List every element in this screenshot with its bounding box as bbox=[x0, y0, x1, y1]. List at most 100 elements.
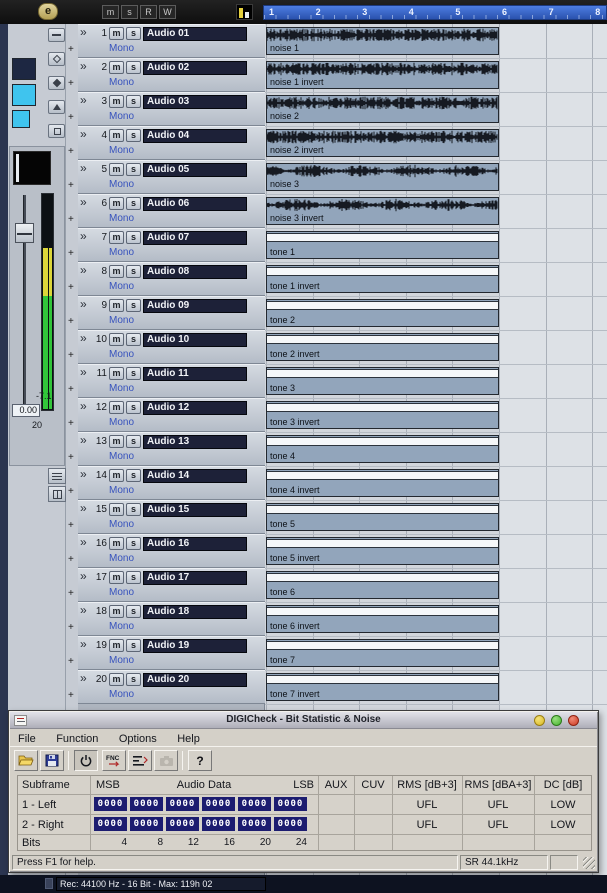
track-expand-button[interactable]: + bbox=[68, 317, 74, 327]
level-display-button[interactable] bbox=[128, 750, 152, 771]
solo-button[interactable]: s bbox=[126, 27, 141, 40]
mute-button[interactable]: m bbox=[109, 197, 124, 210]
track-name[interactable]: Audio 13 bbox=[143, 435, 247, 449]
audio-event[interactable]: tone 6 invert bbox=[266, 605, 499, 633]
inspector-eq-tab-icon[interactable] bbox=[48, 100, 65, 114]
inspector-fader-tab-icon[interactable] bbox=[48, 28, 65, 42]
solo-button[interactable]: s bbox=[126, 265, 141, 278]
solo-button[interactable]: s bbox=[126, 673, 141, 686]
track-name[interactable]: Audio 04 bbox=[143, 129, 247, 143]
track-row[interactable]: » 10 m s Audio 10 Mono bbox=[78, 330, 265, 364]
track-name[interactable]: Audio 14 bbox=[143, 469, 247, 483]
edit-channel-button[interactable]: e bbox=[38, 3, 58, 20]
mute-button[interactable]: m bbox=[109, 401, 124, 414]
global-write-button[interactable]: W bbox=[159, 5, 176, 19]
track-row[interactable]: » 13 m s Audio 13 Mono bbox=[78, 432, 265, 466]
track-row[interactable]: » 5 m s Audio 05 Mono bbox=[78, 160, 265, 194]
solo-button[interactable]: s bbox=[126, 129, 141, 142]
track-expand-button[interactable]: + bbox=[68, 589, 74, 599]
mute-button[interactable]: m bbox=[109, 333, 124, 346]
timeline-ruler[interactable]: 1 2 3 4 5 6 7 8 bbox=[263, 5, 607, 20]
mute-button[interactable]: m bbox=[109, 367, 124, 380]
solo-button[interactable]: s bbox=[126, 503, 141, 516]
mute-button[interactable]: m bbox=[109, 673, 124, 686]
help-button[interactable]: ? bbox=[188, 750, 212, 771]
track-expand-button[interactable]: + bbox=[68, 623, 74, 633]
track-expand-button[interactable]: + bbox=[68, 249, 74, 259]
audio-event[interactable]: tone 2 invert bbox=[266, 333, 499, 361]
track-row[interactable]: » 9 m s Audio 09 Mono bbox=[78, 296, 265, 330]
track-expand-button[interactable]: + bbox=[68, 691, 74, 701]
solo-button[interactable]: s bbox=[126, 639, 141, 652]
audio-event[interactable]: noise 3 bbox=[266, 163, 499, 191]
fader-value-readout[interactable]: 0.00 bbox=[12, 404, 40, 417]
mute-button[interactable]: m bbox=[109, 571, 124, 584]
solo-button[interactable]: s bbox=[126, 333, 141, 346]
mute-button[interactable]: m bbox=[109, 61, 124, 74]
track-expand-button[interactable]: + bbox=[68, 487, 74, 497]
track-name[interactable]: Audio 03 bbox=[143, 95, 247, 109]
track-name[interactable]: Audio 19 bbox=[143, 639, 247, 653]
mute-button[interactable]: m bbox=[109, 605, 124, 618]
track-name[interactable]: Audio 11 bbox=[143, 367, 247, 381]
track-expand-button[interactable]: + bbox=[68, 657, 74, 667]
track-row[interactable]: » 17 m s Audio 17 Mono bbox=[78, 568, 265, 602]
track-name[interactable]: Audio 16 bbox=[143, 537, 247, 551]
menu-file[interactable]: File bbox=[10, 730, 44, 745]
global-solo-button[interactable]: s bbox=[121, 5, 138, 19]
open-button[interactable] bbox=[14, 750, 38, 771]
track-name[interactable]: Audio 17 bbox=[143, 571, 247, 585]
audio-event[interactable]: tone 3 bbox=[266, 367, 499, 395]
audio-event[interactable]: tone 5 bbox=[266, 503, 499, 531]
notepad-button-icon[interactable] bbox=[48, 468, 66, 484]
mute-button[interactable]: m bbox=[109, 27, 124, 40]
mute-button[interactable]: m bbox=[109, 129, 124, 142]
track-expand-button[interactable]: + bbox=[68, 181, 74, 191]
mute-button[interactable]: m bbox=[109, 163, 124, 176]
track-expand-button[interactable]: + bbox=[68, 351, 74, 361]
global-mute-button[interactable]: m bbox=[102, 5, 119, 19]
titlebar[interactable]: DIGICheck - Bit Statistic & Noise bbox=[10, 712, 597, 729]
user-panel-button-icon[interactable] bbox=[48, 486, 66, 502]
track-row[interactable]: » 1 m s Audio 01 Mono bbox=[78, 24, 265, 58]
track-expand-button[interactable]: + bbox=[68, 385, 74, 395]
audio-event[interactable]: tone 4 bbox=[266, 435, 499, 463]
track-expand-button[interactable]: + bbox=[68, 283, 74, 293]
menu-function[interactable]: Function bbox=[48, 730, 106, 745]
solo-button[interactable]: s bbox=[126, 401, 141, 414]
track-name[interactable]: Audio 02 bbox=[143, 61, 247, 75]
solo-button[interactable]: s bbox=[126, 95, 141, 108]
mute-button[interactable]: m bbox=[109, 299, 124, 312]
track-name[interactable]: Audio 10 bbox=[143, 333, 247, 347]
mute-button[interactable]: m bbox=[109, 639, 124, 652]
track-row[interactable]: » 4 m s Audio 04 Mono bbox=[78, 126, 265, 160]
track-expand-button[interactable]: + bbox=[68, 45, 74, 55]
inspector-insert-tab-icon[interactable] bbox=[48, 52, 65, 66]
solo-button[interactable]: s bbox=[126, 299, 141, 312]
track-expand-button[interactable]: + bbox=[68, 147, 74, 157]
track-row[interactable]: » 11 m s Audio 11 Mono bbox=[78, 364, 265, 398]
audio-event[interactable]: tone 7 invert bbox=[266, 673, 499, 701]
audio-event[interactable]: noise 2 invert bbox=[266, 129, 499, 157]
resize-grip[interactable] bbox=[583, 857, 595, 869]
mute-button[interactable]: m bbox=[109, 503, 124, 516]
track-row[interactable]: » 18 m s Audio 18 Mono bbox=[78, 602, 265, 636]
solo-button[interactable]: s bbox=[126, 469, 141, 482]
track-expand-button[interactable]: + bbox=[68, 215, 74, 225]
menu-help[interactable]: Help bbox=[169, 730, 208, 745]
audio-event[interactable]: tone 2 bbox=[266, 299, 499, 327]
mute-button[interactable]: m bbox=[109, 95, 124, 108]
audio-event[interactable]: tone 7 bbox=[266, 639, 499, 667]
track-row[interactable]: » 15 m s Audio 15 Mono bbox=[78, 500, 265, 534]
track-row[interactable]: » 8 m s Audio 08 Mono bbox=[78, 262, 265, 296]
track-name[interactable]: Audio 08 bbox=[143, 265, 247, 279]
track-expand-button[interactable]: + bbox=[68, 113, 74, 123]
power-button[interactable] bbox=[74, 750, 98, 771]
mute-button[interactable]: m bbox=[109, 265, 124, 278]
track-name[interactable]: Audio 15 bbox=[143, 503, 247, 517]
track-expand-button[interactable]: + bbox=[68, 453, 74, 463]
menu-options[interactable]: Options bbox=[111, 730, 165, 745]
audio-event[interactable]: tone 1 invert bbox=[266, 265, 499, 293]
track-name[interactable]: Audio 06 bbox=[143, 197, 247, 211]
track-row[interactable]: » 14 m s Audio 14 Mono bbox=[78, 466, 265, 500]
